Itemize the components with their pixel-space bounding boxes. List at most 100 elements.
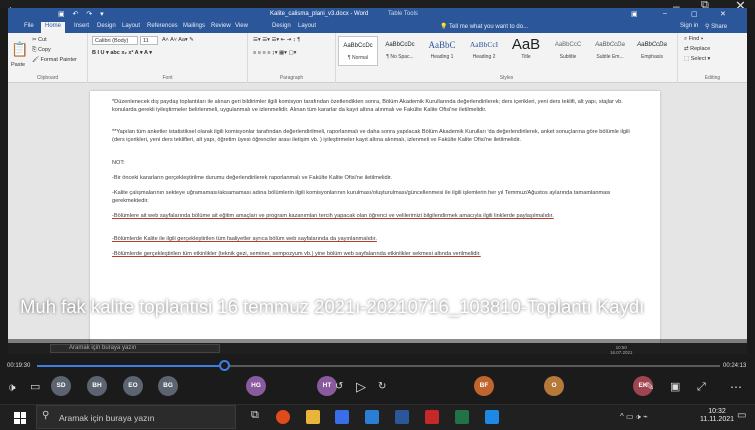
word-restore-icon[interactable]: ▢ [691, 10, 698, 18]
taskbar-time: 10:32 [708, 408, 726, 415]
tab-view[interactable]: View [235, 23, 248, 29]
acrobat-icon[interactable] [425, 410, 439, 424]
store-icon[interactable] [335, 410, 349, 424]
media-player-window: ← – ⧉ ✕ ▣ ↶ ↷ ▾ Kalite_calisma_plani_v3.… [0, 0, 755, 430]
volume-icon[interactable]: 🕩 [8, 380, 16, 394]
chrome-icon[interactable] [276, 410, 290, 424]
ribbon-display-icon[interactable]: ▣ [631, 10, 638, 18]
task-view-icon[interactable]: ⧉ [251, 409, 265, 423]
cut-button[interactable]: ✂ Cut [32, 37, 47, 43]
document-title: Kalite_calisma_plani_v3.docx - Word [270, 11, 369, 17]
participant-avatar[interactable]: O [544, 376, 564, 396]
subtitles-icon[interactable]: ▭ [30, 380, 40, 394]
style-name: Heading 1 [430, 54, 454, 60]
rewind-10-icon[interactable]: ↺ [335, 380, 343, 394]
style-normal[interactable]: AaBbCcDc ¶ Normal [338, 36, 378, 66]
style-subtitle[interactable]: AaBbCcC Subtitle [548, 36, 588, 66]
tab-insert[interactable]: Insert [74, 23, 89, 29]
style-name: Heading 2 [472, 54, 496, 60]
seek-handle[interactable] [219, 360, 230, 371]
font-format-tools[interactable]: B I U ▾ abc x₂ x² A ▾ A ▾ [92, 50, 152, 56]
style-title[interactable]: AaB Title [506, 36, 546, 66]
more-options-icon[interactable]: ⋯ [730, 380, 742, 394]
editing-group: ⌕ Find ▾ ⇄ Replace ⬚ Select ▾ Editing [678, 33, 747, 83]
sign-in-link[interactable]: Sign in [680, 23, 698, 29]
tell-me-search[interactable]: 💡 Tell me what you want to do... [440, 23, 528, 30]
paragraph-commissions: -Kalite çalışmalarının sekteye uğramamas… [112, 190, 611, 204]
find-label: Find [688, 36, 700, 42]
style-no-spacing[interactable]: AaBbCcDc ¶ No Spac... [380, 36, 420, 66]
tab-table-layout[interactable]: Layout [298, 23, 316, 29]
participant-avatar[interactable]: EO [123, 376, 143, 396]
styles-label: Styles [499, 75, 514, 81]
paragraph-note-heading: NOT: [112, 160, 125, 166]
style-heading-2[interactable]: AaBbCcI Heading 2 [464, 36, 504, 66]
font-size-select[interactable]: 11 [140, 36, 158, 45]
file-explorer-icon[interactable] [306, 410, 320, 424]
word-icon[interactable] [395, 410, 409, 424]
play-icon[interactable]: ▷ [356, 380, 366, 394]
font-size-tools[interactable]: A˄ A˅ Aa▾ ✎ [162, 37, 194, 43]
recorded-search-box: Aramak için buraya yazın [50, 344, 220, 353]
style-name: ¶ Normal [347, 55, 369, 61]
participant-avatar[interactable]: SD [51, 376, 71, 396]
tab-table-design[interactable]: Design [272, 23, 291, 29]
font-name-select[interactable]: Calibri (Body) [92, 36, 138, 45]
tab-file[interactable]: File [24, 23, 34, 29]
participant-avatar[interactable]: BH [87, 376, 107, 396]
list-tools[interactable]: ☰▾ ☰▾ ☰▾ ⇤ ⇥ ↕ ¶ [253, 37, 300, 43]
tab-layout[interactable]: Layout [122, 23, 140, 29]
word-close-icon[interactable]: ✕ [720, 10, 726, 18]
player-title-bar [0, 0, 755, 8]
pen-icon[interactable]: ✎ [645, 380, 654, 394]
mail-icon[interactable] [365, 410, 379, 424]
taskbar-clock[interactable]: 10:32 11.11.2021 [700, 408, 734, 424]
forward-30-icon[interactable]: ↻ [378, 380, 386, 394]
select-label: Select [690, 56, 707, 62]
tab-review[interactable]: Review [211, 23, 231, 29]
editing-label: Editing [704, 75, 721, 81]
paste-icon[interactable]: 📋 [11, 41, 28, 58]
format-painter-button[interactable]: 🖌 Format Painter [32, 57, 77, 63]
windows-logo-pane [20, 412, 26, 418]
photos-icon[interactable] [485, 410, 499, 424]
participant-avatar[interactable]: BF [474, 376, 494, 396]
participant-avatar[interactable]: BG [158, 376, 178, 396]
excel-icon[interactable] [455, 410, 469, 424]
paragraph-label: Paragraph [279, 75, 304, 81]
style-emphasis[interactable]: AaBbCcDa Emphasis [632, 36, 672, 66]
windows-start-icon[interactable] [14, 412, 26, 424]
quick-access-toolbar[interactable]: ▣ ↶ ↷ ▾ [58, 10, 107, 18]
paragraph-surveys: **Yapılan tüm anketler istatistiksel ola… [112, 129, 630, 143]
paste-label[interactable]: Paste [11, 62, 25, 68]
fullscreen-icon[interactable]: ⤢ [697, 380, 706, 394]
find-button[interactable]: ⌕ Find ▾ [684, 36, 703, 43]
tab-design[interactable]: Design [97, 23, 116, 29]
cast-icon[interactable]: ▣ [670, 380, 680, 394]
share-button[interactable]: ⚲ Share [705, 23, 727, 30]
align-tools[interactable]: ≡ ≡ ≡ ≡ ↨▾ ▦▾ ▢▾ [253, 50, 296, 56]
participant-avatar[interactable]: HG [246, 376, 266, 396]
participant-avatar[interactable]: HT [317, 376, 337, 396]
taskbar-search-placeholder: Aramak için buraya yazın [59, 413, 155, 423]
style-subtle-emphasis[interactable]: AaBbCcDa Subtle Em... [590, 36, 630, 66]
style-sample: AaBbCcDa [637, 42, 667, 48]
tab-home[interactable]: Home [41, 22, 66, 33]
windows-logo-pane [14, 418, 20, 424]
total-time: 00:24:13 [723, 363, 747, 369]
replace-button[interactable]: ⇄ Replace [684, 46, 710, 52]
style-name: Title [521, 54, 531, 60]
style-heading-1[interactable]: AaBbC Heading 1 [422, 36, 462, 66]
notification-icon[interactable]: ▭ [737, 410, 746, 421]
current-time: 00:19:30 [7, 363, 31, 369]
tab-references[interactable]: References [147, 23, 178, 29]
system-tray-icons[interactable]: ^ ▭ 🕩 ⌁ [620, 412, 648, 422]
paragraph-previous-decisions: -Bir önceki kararların gerçekleştirilme … [112, 175, 392, 181]
select-button[interactable]: ⬚ Select ▾ [684, 56, 710, 62]
tab-mailings[interactable]: Mailings [183, 23, 205, 29]
word-minimize-icon[interactable]: – [663, 10, 667, 17]
copy-button[interactable]: ⎘ Copy [32, 47, 51, 54]
video-frame[interactable]: ▣ ↶ ↷ ▾ Kalite_calisma_plani_v3.docx - W… [8, 8, 747, 354]
font-label: Font [162, 75, 173, 81]
style-name: ¶ No Spac... [386, 54, 414, 60]
